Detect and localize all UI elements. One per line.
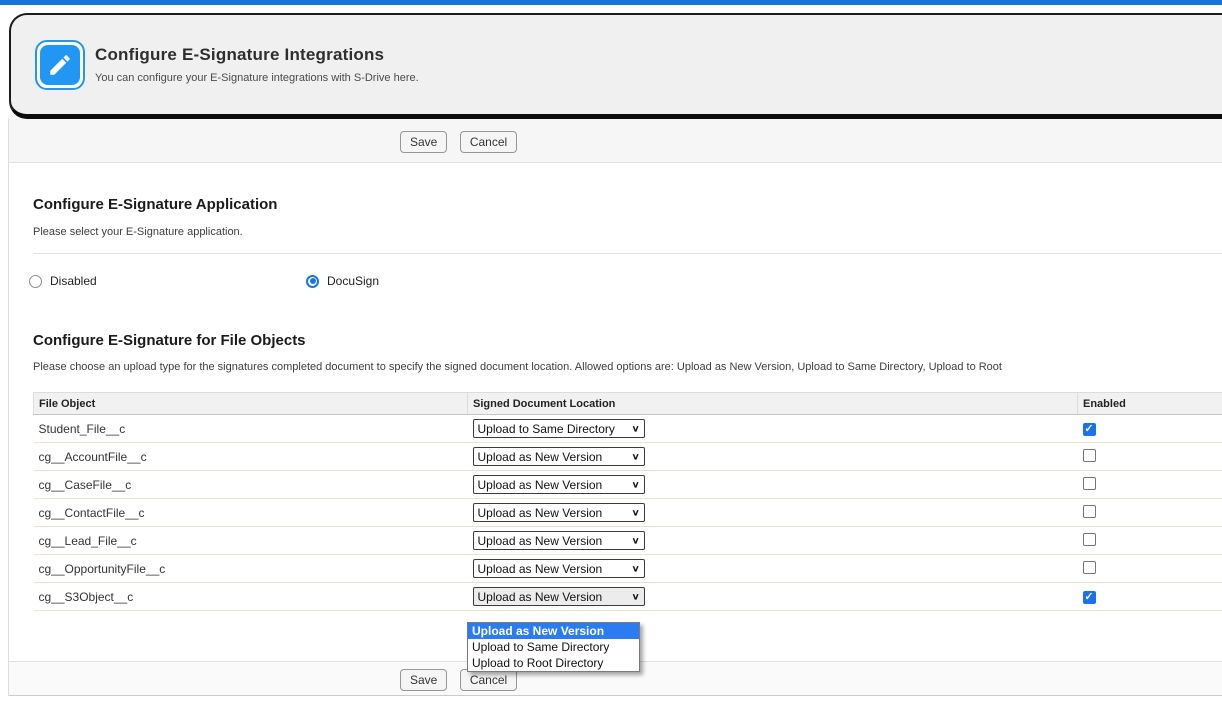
enabled-checkbox[interactable] (1083, 477, 1096, 490)
radio-disabled[interactable] (29, 275, 42, 288)
header-card: Configure E-Signature Integrations You c… (9, 13, 1222, 119)
table-row: cg__AccountFile__c Upload as New Version… (34, 443, 1222, 471)
chevron-down-icon: ∨ (631, 423, 639, 433)
page-subtitle: You can configure your E-Signature integ… (95, 72, 419, 84)
radio-docusign[interactable] (306, 275, 319, 288)
chevron-down-icon: ∨ (631, 507, 639, 517)
table-row: cg__ContactFile__c Upload as New Version… (34, 499, 1222, 527)
esignature-app-options: Disabled DocuSign (9, 274, 1222, 288)
main-content: Save Cancel Configure E-Signature Applic… (8, 119, 1222, 696)
pencil-icon (35, 40, 85, 90)
location-select[interactable]: Upload as New Version∨ (473, 503, 645, 522)
enabled-checkbox[interactable] (1083, 591, 1096, 604)
cancel-button-bottom[interactable]: Cancel (460, 669, 517, 691)
table-row: cg__CaseFile__c Upload as New Version∨ (34, 471, 1222, 499)
location-select[interactable]: Upload as New Version∨ (473, 447, 645, 466)
enabled-checkbox[interactable] (1083, 505, 1096, 518)
location-dropdown-list: Upload as New Version Upload to Same Dir… (467, 622, 640, 672)
enabled-checkbox[interactable] (1083, 561, 1096, 574)
location-select[interactable]: Upload to Same Directory∨ (473, 419, 645, 438)
file-objects-table: File Object Signed Document Location Ena… (33, 392, 1222, 611)
table-row: Student_File__c Upload to Same Directory… (34, 415, 1222, 443)
radio-docusign-label: DocuSign (327, 274, 379, 288)
dropdown-option[interactable]: Upload to Root Directory (468, 655, 639, 671)
location-select[interactable]: Upload as New Version∨ (473, 475, 645, 494)
save-button[interactable]: Save (400, 131, 447, 153)
chevron-down-icon: ∨ (631, 451, 639, 461)
file-object-cell: cg__AccountFile__c (34, 443, 468, 471)
radio-option-docusign[interactable]: DocuSign (306, 274, 379, 288)
table-row: cg__Lead_File__c Upload as New Version∨ (34, 527, 1222, 555)
page-header: Configure E-Signature Integrations You c… (0, 5, 1222, 119)
column-header-signed-document-location: Signed Document Location (468, 393, 1078, 415)
file-object-cell: cg__CaseFile__c (34, 471, 468, 499)
column-header-enabled: Enabled (1078, 393, 1222, 415)
location-select[interactable]: Upload as New Version∨ (473, 531, 645, 550)
location-select[interactable]: Upload as New Version∨ (473, 587, 645, 606)
enabled-checkbox[interactable] (1083, 423, 1096, 436)
top-button-bar: Save Cancel (9, 119, 1222, 163)
section-divider (33, 253, 1222, 254)
save-button-bottom[interactable]: Save (400, 669, 447, 691)
radio-disabled-label: Disabled (50, 274, 97, 288)
file-object-cell: Student_File__c (34, 415, 468, 443)
chevron-down-icon: ∨ (631, 479, 639, 489)
app-section-description: Please select your E-Signature applicati… (33, 226, 1222, 238)
column-header-file-object: File Object (34, 393, 468, 415)
table-row: cg__S3Object__c Upload as New Version∨ (34, 583, 1222, 611)
chevron-down-icon: ∨ (631, 535, 639, 545)
location-select[interactable]: Upload as New Version∨ (473, 559, 645, 578)
page-title: Configure E-Signature Integrations (95, 45, 419, 65)
app-section-heading: Configure E-Signature Application (33, 163, 1222, 213)
dropdown-option[interactable]: Upload as New Version (468, 623, 639, 639)
file-section-description: Please choose an upload type for the sig… (33, 361, 1222, 373)
chevron-down-icon: ∨ (631, 591, 639, 601)
cancel-button[interactable]: Cancel (460, 131, 517, 153)
enabled-checkbox[interactable] (1083, 533, 1096, 546)
table-row: cg__OpportunityFile__c Upload as New Ver… (34, 555, 1222, 583)
chevron-down-icon: ∨ (631, 563, 639, 573)
file-section-heading: Configure E-Signature for File Objects (33, 288, 1222, 349)
file-object-cell: cg__OpportunityFile__c (34, 555, 468, 583)
dropdown-option[interactable]: Upload to Same Directory (468, 639, 639, 655)
file-objects-section: Configure E-Signature for File Objects P… (9, 288, 1222, 373)
app-section: Configure E-Signature Application Please… (9, 163, 1222, 238)
file-object-cell: cg__S3Object__c (34, 583, 468, 611)
radio-option-disabled[interactable]: Disabled (29, 274, 306, 288)
file-object-cell: cg__Lead_File__c (34, 527, 468, 555)
table-header-row: File Object Signed Document Location Ena… (34, 393, 1222, 415)
enabled-checkbox[interactable] (1083, 449, 1096, 462)
file-object-cell: cg__ContactFile__c (34, 499, 468, 527)
